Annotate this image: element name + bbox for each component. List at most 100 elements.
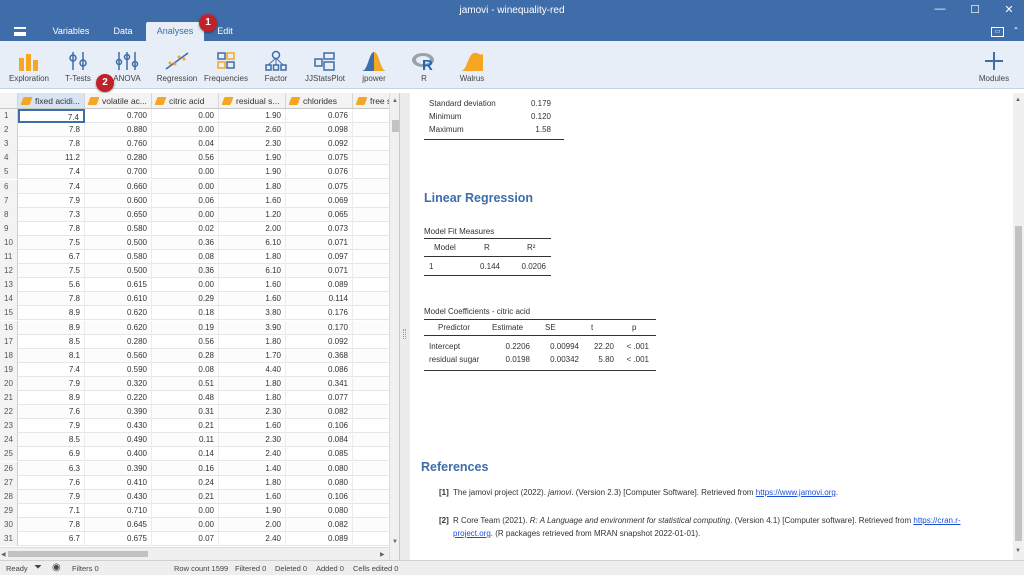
table-row[interactable]: 19 7.4 0.590 0.08 4.40 0.086 xyxy=(0,362,390,377)
data-cell[interactable]: 0.00 xyxy=(152,207,219,222)
data-cell[interactable]: 0.675 xyxy=(85,532,152,546)
data-cell[interactable]: 1.70 xyxy=(219,348,286,363)
row-number[interactable]: 20 xyxy=(0,376,18,391)
table-row[interactable]: 28 7.9 0.430 0.21 1.60 0.106 xyxy=(0,489,390,504)
table-row[interactable]: 24 8.5 0.490 0.11 2.30 0.084 xyxy=(0,433,390,448)
data-cell[interactable]: 0.106 xyxy=(286,419,353,434)
data-cell[interactable]: 0.075 xyxy=(286,151,353,166)
data-cell[interactable]: 3.80 xyxy=(219,306,286,321)
panel-splitter[interactable] xyxy=(400,93,410,560)
tab-data[interactable]: Data xyxy=(104,22,142,41)
data-cell[interactable]: 0.080 xyxy=(286,503,353,518)
data-cell[interactable]: 8.9 xyxy=(18,320,85,335)
data-cell[interactable]: 0.700 xyxy=(85,165,152,180)
table-row[interactable]: 27 7.6 0.410 0.24 1.80 0.080 xyxy=(0,475,390,490)
row-number[interactable]: 5 xyxy=(0,165,18,180)
data-cell[interactable]: 0.500 xyxy=(85,264,152,279)
data-cell[interactable]: 0.400 xyxy=(85,447,152,462)
data-cell[interactable]: 2.00 xyxy=(219,221,286,236)
table-row[interactable]: 31 6.7 0.675 0.07 2.40 0.089 xyxy=(0,532,390,547)
row-number[interactable]: 16 xyxy=(0,320,18,335)
modules-button[interactable]: Modules xyxy=(976,41,1012,89)
data-cell[interactable]: 0.098 xyxy=(286,123,353,138)
splitter-handle-icon[interactable] xyxy=(403,329,406,339)
data-cell[interactable]: 0.280 xyxy=(85,334,152,349)
table-row[interactable]: 17 8.5 0.280 0.56 1.80 0.092 xyxy=(0,334,390,349)
data-cell[interactable]: 0.19 xyxy=(152,320,219,335)
table-row[interactable]: 1 7.4 0.700 0.00 1.90 0.076 xyxy=(0,109,390,124)
row-number[interactable]: 13 xyxy=(0,278,18,293)
data-cell[interactable]: 0.073 xyxy=(286,221,353,236)
data-cell[interactable]: 0.00 xyxy=(152,517,219,532)
data-cell[interactable]: 0.580 xyxy=(85,221,152,236)
data-cell[interactable]: 0.04 xyxy=(152,137,219,152)
table-row[interactable]: 29 7.1 0.710 0.00 1.90 0.080 xyxy=(0,503,390,518)
data-cell[interactable]: 6.3 xyxy=(18,461,85,476)
table-row[interactable]: 18 8.1 0.560 0.28 1.70 0.368 xyxy=(0,348,390,363)
data-cell[interactable]: 0.077 xyxy=(286,391,353,405)
maximize-button[interactable]: ☐ xyxy=(965,3,985,16)
data-cell[interactable]: 1.60 xyxy=(219,419,286,434)
data-cell[interactable]: 0.51 xyxy=(152,376,219,391)
eye-icon[interactable]: ◉ xyxy=(52,562,61,573)
scroll-right-icon[interactable]: ▶ xyxy=(380,551,385,558)
table-row[interactable]: 5 7.4 0.700 0.00 1.90 0.076 xyxy=(0,165,390,180)
data-cell[interactable]: 8.5 xyxy=(18,433,85,448)
scroll-left-icon[interactable]: ◀ xyxy=(1,551,6,558)
scroll-up-icon[interactable]: ▲ xyxy=(392,98,398,104)
row-number[interactable]: 27 xyxy=(0,475,18,490)
row-number[interactable]: 7 xyxy=(0,193,18,208)
row-number[interactable]: 18 xyxy=(0,348,18,363)
data-cell[interactable]: 7.9 xyxy=(18,419,85,434)
table-row[interactable]: 9 7.8 0.580 0.02 2.00 0.073 xyxy=(0,221,390,236)
table-row[interactable]: 21 8.9 0.220 0.48 1.80 0.077 xyxy=(0,391,390,406)
data-cell[interactable]: 5.6 xyxy=(18,278,85,293)
data-cell[interactable]: 0.610 xyxy=(85,292,152,307)
data-cell[interactable]: 7.8 xyxy=(18,221,85,236)
data-cell[interactable]: 1.90 xyxy=(219,109,286,123)
data-cell[interactable]: 7.4 xyxy=(18,109,85,123)
grid-horizontal-thumb[interactable] xyxy=(8,551,148,557)
ribbon-mode-icon[interactable]: ▭ xyxy=(991,27,1004,37)
column-header[interactable]: residual s... xyxy=(219,93,286,109)
data-cell[interactable]: 7.9 xyxy=(18,376,85,391)
column-header[interactable]: citric acid xyxy=(152,93,219,109)
data-cell[interactable]: 0.07 xyxy=(152,532,219,546)
row-number[interactable]: 14 xyxy=(0,292,18,307)
data-cell[interactable]: 7.5 xyxy=(18,235,85,250)
data-cell[interactable]: 2.60 xyxy=(219,123,286,138)
data-cell[interactable]: 0.490 xyxy=(85,433,152,448)
data-cell[interactable]: 0.00 xyxy=(152,503,219,518)
data-cell[interactable]: 0.710 xyxy=(85,503,152,518)
data-cell[interactable]: 0.390 xyxy=(85,461,152,476)
data-cell[interactable]: 1.80 xyxy=(219,475,286,490)
data-cell[interactable]: 1.60 xyxy=(219,292,286,307)
data-cell[interactable]: 2.40 xyxy=(219,447,286,462)
data-cell[interactable]: 0.700 xyxy=(85,109,152,123)
data-cell[interactable]: 0.430 xyxy=(85,419,152,434)
data-cell[interactable]: 6.10 xyxy=(219,264,286,279)
data-cell[interactable]: 1.80 xyxy=(219,250,286,264)
data-cell[interactable]: 7.8 xyxy=(18,292,85,307)
data-cell[interactable]: 0.21 xyxy=(152,489,219,504)
data-cell[interactable]: 0.48 xyxy=(152,391,219,405)
data-cell[interactable]: 0.29 xyxy=(152,292,219,307)
row-number[interactable]: 29 xyxy=(0,503,18,518)
data-cell[interactable]: 0.176 xyxy=(286,306,353,321)
data-cell[interactable]: 7.8 xyxy=(18,517,85,532)
table-row[interactable]: 3 7.8 0.760 0.04 2.30 0.092 xyxy=(0,137,390,152)
data-cell[interactable]: 0.071 xyxy=(286,264,353,279)
data-cell[interactable]: 2.40 xyxy=(219,532,286,546)
column-header[interactable]: volatile ac... xyxy=(85,93,152,109)
data-cell[interactable]: 1.60 xyxy=(219,278,286,293)
data-cell[interactable]: 4.40 xyxy=(219,362,286,377)
factor-button[interactable]: Factor xyxy=(256,41,296,89)
data-cell[interactable]: 0.14 xyxy=(152,447,219,462)
data-cell[interactable]: 0.500 xyxy=(85,235,152,250)
table-row[interactable]: 11 6.7 0.580 0.08 1.80 0.097 xyxy=(0,250,390,265)
row-number[interactable]: 31 xyxy=(0,532,18,546)
data-cell[interactable]: 1.90 xyxy=(219,165,286,180)
data-cell[interactable]: 0.24 xyxy=(152,475,219,490)
data-cell[interactable]: 6.10 xyxy=(219,235,286,250)
row-number[interactable]: 3 xyxy=(0,137,18,152)
